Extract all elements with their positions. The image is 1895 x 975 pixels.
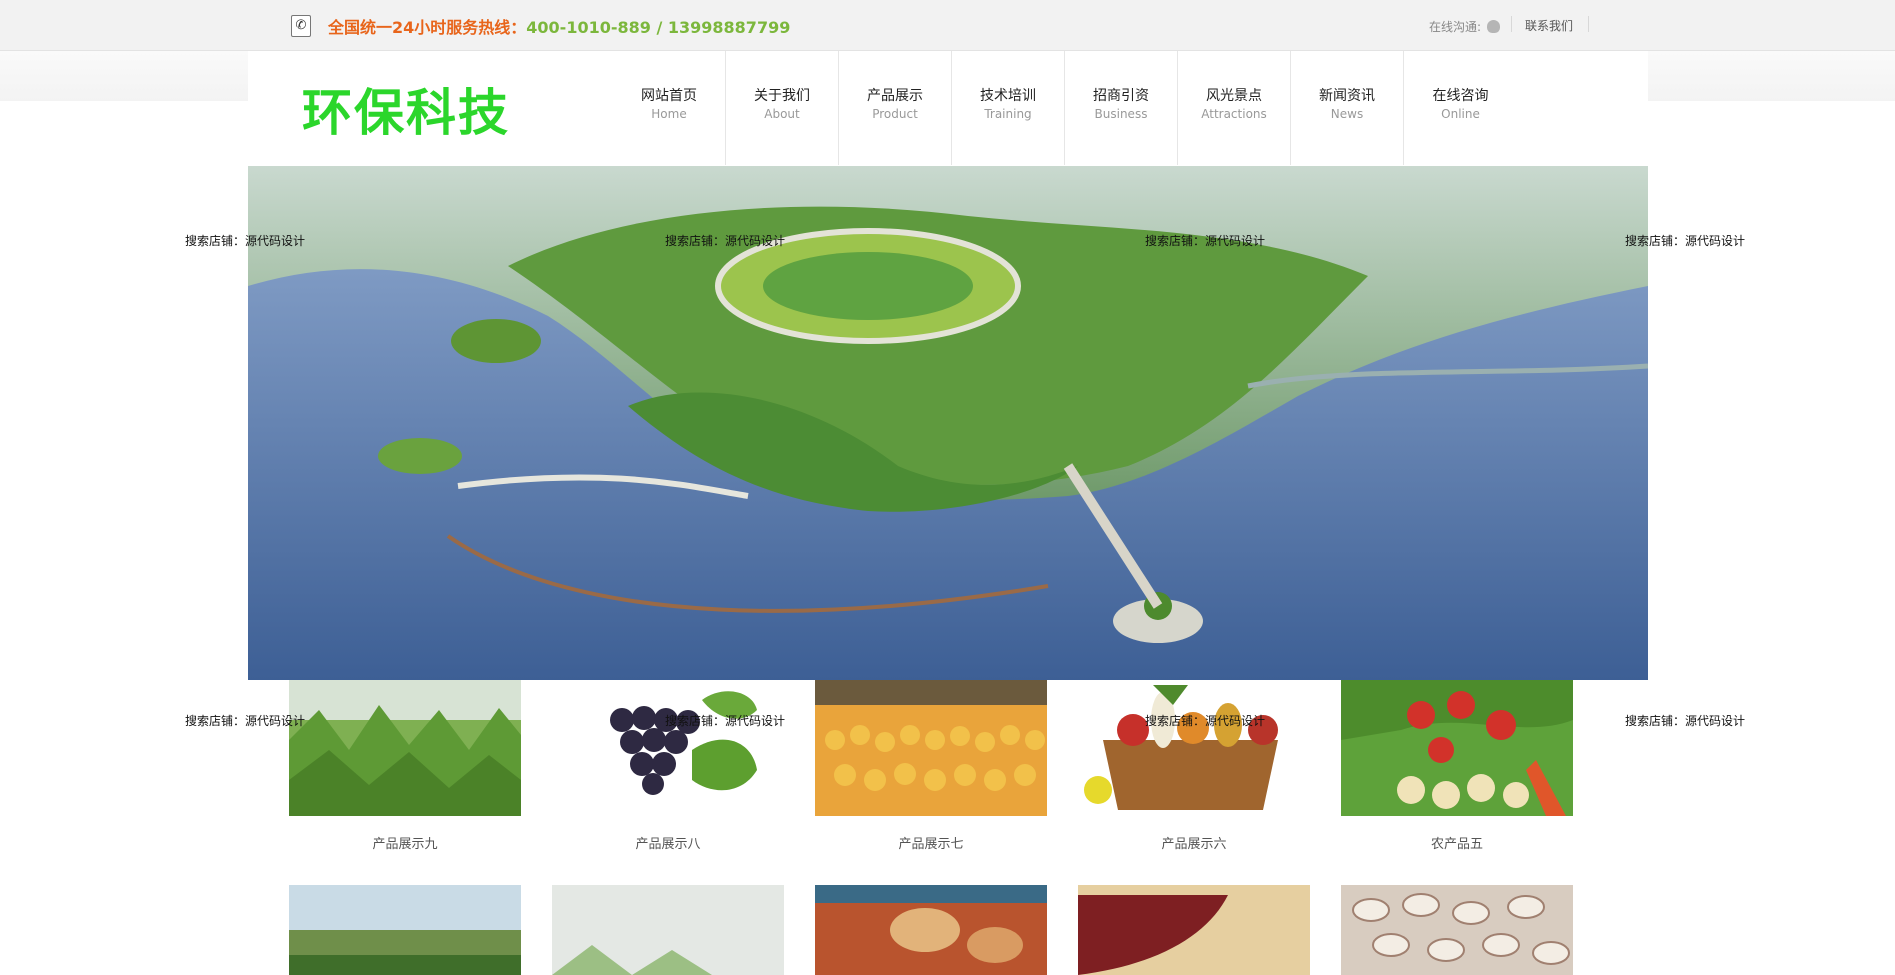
product-caption[interactable]: 产品展示六	[1078, 833, 1310, 852]
hero-banner-image	[248, 166, 1648, 680]
watermark-text: 搜索店铺：源代码设计	[185, 234, 306, 248]
product-caption[interactable]: 农产品五	[1341, 833, 1573, 852]
product-card[interactable]: 产品展示六	[1078, 680, 1310, 852]
header-decoration-right	[1648, 51, 1895, 101]
watermark-text: 搜索店铺：源代码设计	[665, 714, 786, 728]
product-card[interactable]: 产品展示七	[815, 680, 1047, 852]
nav-item-attractions[interactable]: 风光景点 Attractions	[1178, 51, 1291, 165]
nav-label: 新闻资讯	[1319, 88, 1375, 104]
product-card[interactable]: 农产品五	[1341, 680, 1573, 852]
watermark-text: 搜索店铺：源代码设计	[1625, 714, 1746, 728]
nav-label: 关于我们	[754, 88, 810, 104]
watermark-text: 搜索店铺：源代码设计	[1625, 234, 1746, 248]
nav-item-home[interactable]: 网站首页 Home	[613, 51, 726, 165]
nav-label: 在线咨询	[1432, 88, 1489, 104]
watermark-text: 搜索店铺：源代码设计	[185, 714, 306, 728]
nav-label: 风光景点	[1206, 88, 1262, 104]
nav-sublabel: Home	[651, 107, 687, 121]
divider	[1511, 16, 1512, 32]
product-image-greenhouse[interactable]	[552, 885, 784, 975]
product-image-vegetable-leaves[interactable]	[289, 680, 521, 816]
online-chat[interactable]: 在线沟通:	[1429, 18, 1501, 35]
nav-sublabel: About	[764, 107, 800, 121]
product-caption[interactable]: 产品展示七	[815, 833, 1047, 852]
contact-us-link[interactable]: 联系我们	[1525, 17, 1573, 34]
watermark-text: 搜索店铺：源代码设计	[665, 234, 786, 248]
watermark-text: 搜索店铺：源代码设计	[1145, 234, 1266, 248]
divider	[1588, 16, 1589, 32]
product-image-potatoes[interactable]	[815, 885, 1047, 975]
top-bar: ✆ 全国统一24小时服务热线：400-1010-889 / 1399888779…	[0, 0, 1895, 51]
product-caption[interactable]: 产品展示八	[552, 833, 784, 852]
nav-item-training[interactable]: 技术培训 Training	[952, 51, 1065, 165]
qq-penguin-icon[interactable]	[1487, 20, 1501, 33]
nav-label: 技术培训	[980, 88, 1036, 104]
nav-label: 网站首页	[641, 88, 697, 104]
nav-sublabel: News	[1330, 107, 1364, 121]
product-image-fruit-basket[interactable]	[1078, 680, 1310, 816]
product-image-farmland[interactable]	[289, 885, 521, 975]
nav-item-product[interactable]: 产品展示 Product	[839, 51, 952, 165]
product-image-vegetables[interactable]	[1341, 680, 1573, 816]
hotline-numbers: 400-1010-889 / 13998887799	[526, 18, 791, 37]
nav-label: 产品展示	[867, 88, 923, 104]
nav-sublabel: Online	[1441, 107, 1480, 121]
nav-item-business[interactable]: 招商引资 Business	[1065, 51, 1178, 165]
nav-label: 招商引资	[1093, 88, 1149, 104]
site-logo[interactable]: 环保科技	[302, 73, 510, 145]
product-card[interactable]: 产品展示九	[289, 680, 521, 852]
product-image-fruit-market[interactable]	[815, 680, 1047, 816]
nav-item-about[interactable]: 关于我们 About	[726, 51, 839, 165]
nav-sublabel: Attractions	[1201, 107, 1267, 121]
main-navigation: 网站首页 Home 关于我们 About 产品展示 Product 技术培训 Train…	[613, 51, 1517, 165]
phone-icon: ✆	[291, 15, 311, 37]
nav-sublabel: Training	[984, 107, 1032, 121]
product-image-white-beans[interactable]	[1341, 885, 1573, 975]
online-chat-label: 在线沟通:	[1429, 20, 1482, 34]
product-image-grapes[interactable]	[552, 680, 784, 816]
nav-sublabel: Product	[872, 107, 918, 121]
nav-item-news[interactable]: 新闻资讯 News	[1291, 51, 1404, 165]
nav-item-online[interactable]: 在线咨询 Online	[1404, 51, 1517, 165]
header-decoration-left	[0, 51, 248, 101]
hotline-label: 全国统一24小时服务热线：	[328, 18, 527, 37]
nav-sublabel: Business	[1094, 107, 1148, 121]
service-hotline: 全国统一24小时服务热线：400-1010-889 / 13998887799	[328, 14, 790, 38]
product-card[interactable]: 产品展示八	[552, 680, 784, 852]
product-image-red-beans[interactable]	[1078, 885, 1310, 975]
product-caption[interactable]: 产品展示九	[289, 833, 521, 852]
watermark-text: 搜索店铺：源代码设计	[1145, 714, 1266, 728]
